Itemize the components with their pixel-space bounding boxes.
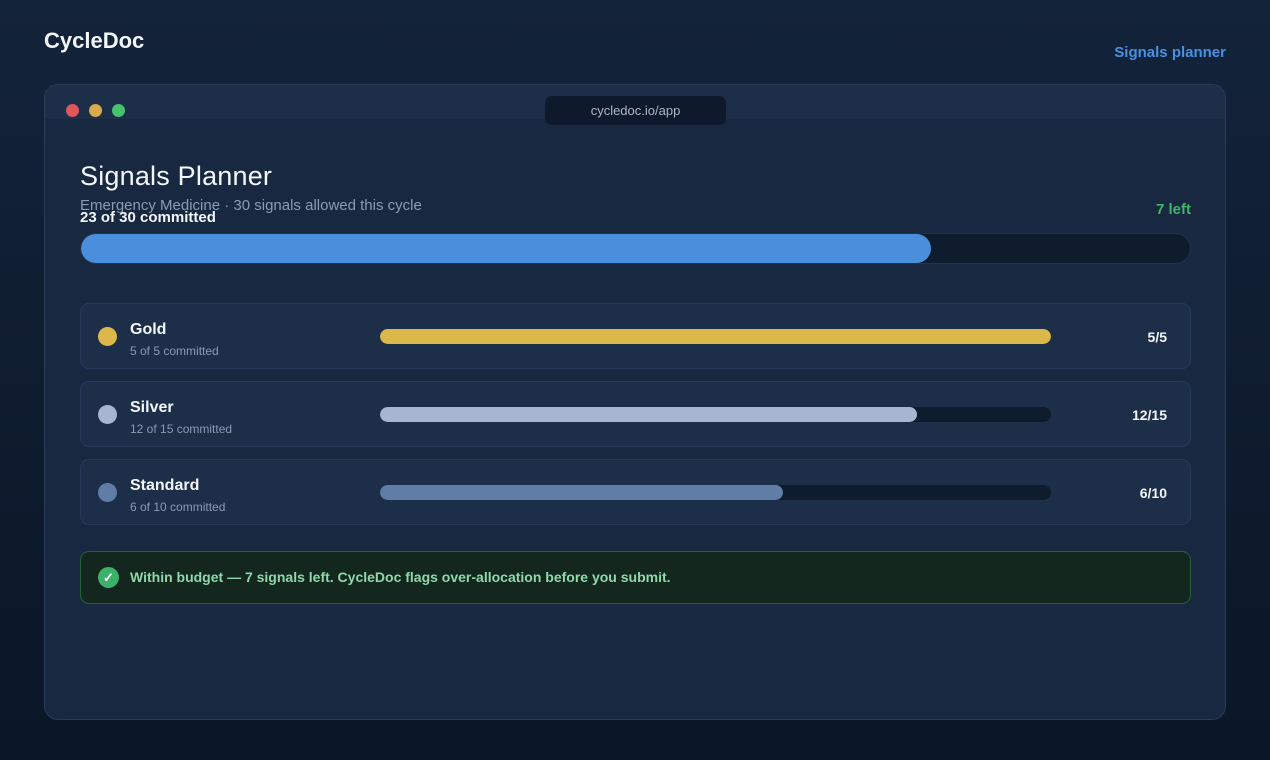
budget-status-notice: ✓ Within budget — 7 signals left. CycleD…: [80, 551, 1191, 604]
tier-progress-bar: [380, 407, 1051, 422]
budget-status-text: Within budget — 7 signals left. CycleDoc…: [130, 569, 671, 585]
check-icon: ✓: [98, 567, 119, 588]
browser-window: cycledoc.io/app Signals Planner Emergenc…: [44, 84, 1226, 720]
tier-progress-fill: [380, 485, 783, 500]
overall-progress-fill: [81, 234, 932, 263]
standard-tier-dot-icon: [98, 483, 117, 502]
signals-planner-link[interactable]: Signals planner: [1114, 44, 1226, 61]
maximize-window-button[interactable]: [112, 104, 125, 117]
gold-tier-dot-icon: [98, 327, 117, 346]
tier-count: 6/10: [1139, 485, 1167, 501]
tier-progress-bar: [380, 485, 1051, 500]
tier-committed-text: 6 of 10 committed: [130, 500, 226, 514]
page-title: Signals Planner: [80, 161, 273, 191]
tier-committed-text: 5 of 5 committed: [130, 344, 219, 358]
window-controls: [66, 104, 125, 117]
tier-row-silver: Silver 12 of 15 committed 12/15: [80, 381, 1191, 447]
tier-row-standard: Standard 6 of 10 committed 6/10: [80, 459, 1191, 525]
tier-count: 5/5: [1147, 329, 1167, 345]
address-bar[interactable]: cycledoc.io/app: [545, 96, 726, 125]
silver-tier-dot-icon: [98, 405, 117, 424]
overall-progress-bar: [80, 233, 1191, 264]
tier-name: Silver: [130, 399, 174, 416]
tier-count: 12/15: [1131, 407, 1167, 423]
tier-list: Gold 5 of 5 committed 5/5 Silver 12 of 1…: [80, 303, 1191, 537]
tier-progress-bar: [380, 329, 1051, 344]
planner-content: Signals Planner Emergency Medicine · 30 …: [80, 161, 1191, 604]
committed-summary: 23 of 30 committed: [80, 209, 216, 226]
close-window-button[interactable]: [66, 104, 79, 117]
tier-name: Gold: [130, 321, 167, 338]
tier-committed-text: 12 of 15 committed: [130, 422, 233, 436]
remaining-count: 7 left: [1155, 201, 1191, 218]
tier-row-gold: Gold 5 of 5 committed 5/5: [80, 303, 1191, 369]
tier-progress-fill: [380, 329, 1051, 344]
brand-logo: CycleDoc: [44, 28, 145, 53]
tier-progress-fill: [380, 407, 917, 422]
page-subtitle: Emergency Medicine · 30 signals allowed …: [80, 197, 422, 214]
tier-name: Standard: [130, 477, 200, 494]
minimize-window-button[interactable]: [89, 104, 102, 117]
window-titlebar: cycledoc.io/app: [45, 85, 1225, 125]
